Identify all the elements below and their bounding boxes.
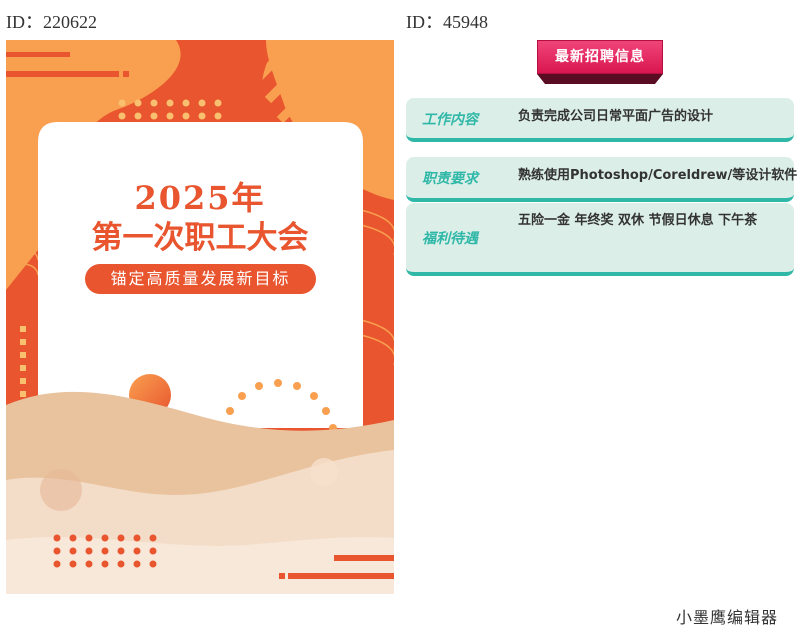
info-value: 负责完成公司日常平面广告的设计 bbox=[518, 109, 714, 124]
info-row-work-content[interactable]: 工作内容 负责完成公司日常平面广告的设计 bbox=[406, 98, 794, 142]
poster-artwork bbox=[6, 40, 394, 594]
editor-watermark: 小墨鹰编辑器 bbox=[675, 608, 778, 627]
meeting-poster[interactable]: 2025年 第一次职工大会 锚定高质量发展新目标 bbox=[6, 40, 394, 594]
info-row-duty-requirements[interactable]: 职责要求 熟练使用Photoshop/Coreldrew/等设计软件 bbox=[406, 157, 798, 202]
info-row-benefits[interactable]: 福利待遇 五险一金 年终奖 双休 节假日休息 下午茶 bbox=[406, 203, 794, 276]
info-key: 福利待遇 bbox=[422, 231, 478, 247]
poster-slogan: 锚定高质量发展新目标 bbox=[85, 264, 316, 294]
banner-ribbon-tail bbox=[537, 74, 663, 84]
right-template-id: ID：45948 bbox=[406, 12, 488, 32]
info-value: 五险一金 年终奖 双休 节假日休息 下午茶 bbox=[518, 213, 758, 228]
info-value: 熟练使用Photoshop/Coreldrew/等设计软件 bbox=[518, 168, 798, 183]
info-key: 工作内容 bbox=[422, 112, 478, 128]
poster-title: 第一次职工大会 bbox=[91, 220, 309, 256]
info-key: 职责要求 bbox=[422, 171, 478, 187]
left-template-id: ID：220622 bbox=[6, 12, 97, 32]
recruit-banner: 最新招聘信息 bbox=[537, 40, 663, 74]
